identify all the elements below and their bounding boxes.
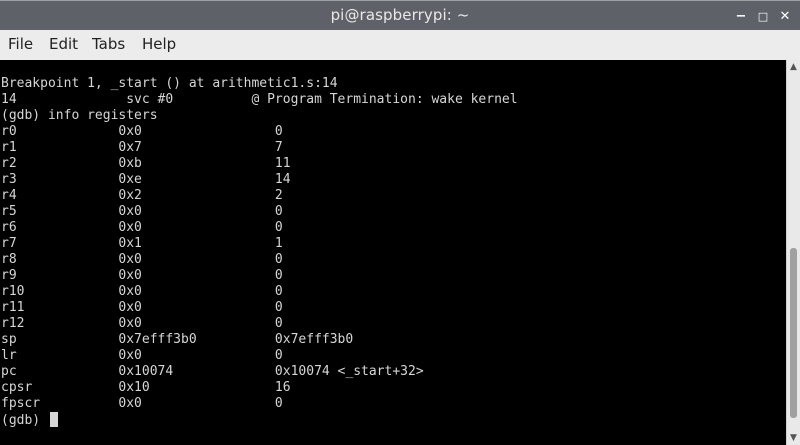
window-title: pi@raspberrypi: ~ <box>330 6 470 24</box>
terminal-line: r10 0x0 0 <box>1 284 283 299</box>
menu-bar: File Edit Tabs Help <box>0 30 800 60</box>
scroll-thumb[interactable] <box>790 248 797 418</box>
terminal-line: lr 0x0 0 <box>1 348 283 363</box>
terminal-line: r1 0x7 7 <box>1 140 283 155</box>
terminal-prompt-line: (gdb) <box>1 412 518 428</box>
terminal-line: sp 0x7efff3b0 0x7efff3b0 <box>1 332 354 347</box>
minimize-icon[interactable]: − <box>732 7 750 25</box>
window-titlebar[interactable]: pi@raspberrypi: ~ − □ ✕ <box>0 0 800 30</box>
terminal-line: r6 0x0 0 <box>1 220 283 235</box>
scroll-down-icon[interactable]: ▼ <box>787 433 800 443</box>
maximize-icon[interactable]: □ <box>754 7 772 25</box>
terminal-line: r11 0x0 0 <box>1 300 283 315</box>
terminal-line: cpsr 0x10 16 <box>1 380 291 395</box>
terminal-line: (gdb) info registers <box>1 108 158 123</box>
terminal-line: r7 0x1 1 <box>1 236 283 251</box>
menu-edit[interactable]: Edit <box>49 35 78 53</box>
terminal-area[interactable]: Breakpoint 1, _start () at arithmetic1.s… <box>0 60 786 445</box>
terminal-line: r5 0x0 0 <box>1 204 283 219</box>
close-icon[interactable]: ✕ <box>776 7 794 25</box>
text-cursor <box>49 412 58 427</box>
menu-tabs[interactable]: Tabs <box>92 35 125 53</box>
terminal-line: 14 svc #0 @ Program Termination: wake ke… <box>1 92 518 107</box>
menu-file[interactable]: File <box>8 35 33 53</box>
scroll-up-icon[interactable]: ▲ <box>787 62 800 72</box>
terminal-line: r8 0x0 0 <box>1 252 283 267</box>
terminal-line: r3 0xe 14 <box>1 172 291 187</box>
terminal-line: fpscr 0x0 0 <box>1 396 283 411</box>
menu-help[interactable]: Help <box>142 35 176 53</box>
terminal-prompt: (gdb) <box>1 413 48 428</box>
terminal-line: r4 0x2 2 <box>1 188 283 203</box>
terminal-line: Breakpoint 1, _start () at arithmetic1.s… <box>1 76 338 91</box>
terminal-line: pc 0x10074 0x10074 <_start+32> <box>1 364 424 379</box>
terminal-scrollbar[interactable]: ▲ ▼ <box>786 60 800 445</box>
terminal-line: r0 0x0 0 <box>1 124 283 139</box>
terminal-line: r9 0x0 0 <box>1 268 283 283</box>
terminal-line: r2 0xb 11 <box>1 156 291 171</box>
terminal-line: r12 0x0 0 <box>1 316 283 331</box>
terminal-output: Breakpoint 1, _start () at arithmetic1.s… <box>1 76 518 428</box>
